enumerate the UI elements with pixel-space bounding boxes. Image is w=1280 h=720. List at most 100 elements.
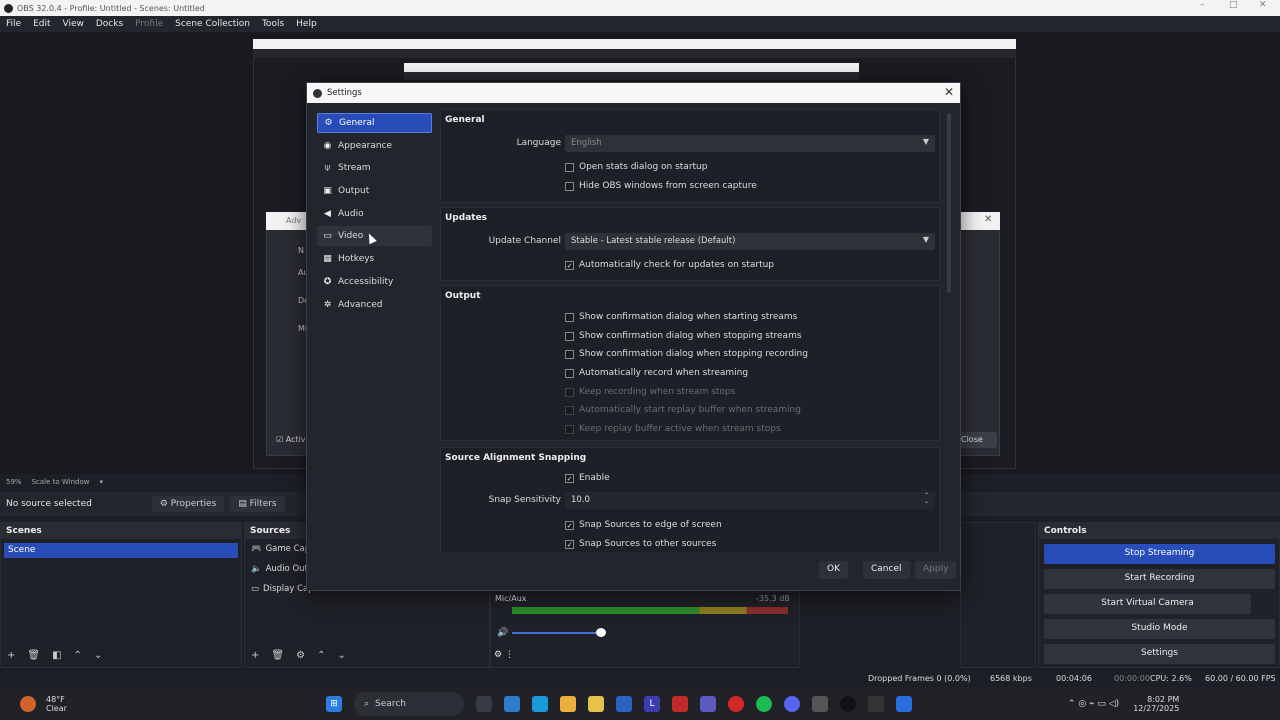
settings-content[interactable]: General Language English ▼ Open stats dia…: [440, 109, 942, 552]
apply-button[interactable]: Apply: [915, 561, 957, 579]
nav-general[interactable]: ⚙ General: [317, 113, 432, 133]
menu-docks[interactable]: Docks: [96, 19, 123, 29]
folder-icon[interactable]: [588, 695, 604, 712]
antenna-icon: ⍦: [324, 163, 331, 174]
app-icon[interactable]: [812, 695, 828, 712]
stop-streaming-button[interactable]: Stop Streaming: [1044, 544, 1275, 564]
option-label: Keep recording when stream stops: [579, 387, 736, 397]
nav-hotkeys[interactable]: ▦ Hotkeys: [317, 249, 432, 269]
maximize-button[interactable]: □: [1229, 0, 1238, 10]
auto-record-checkbox[interactable]: Automatically record when streaming: [565, 368, 748, 378]
close-icon[interactable]: ✕: [944, 85, 954, 99]
auto-replay-buffer-checkbox: Automatically start replay buffer when s…: [565, 405, 801, 415]
scene-item[interactable]: Scene: [4, 543, 238, 558]
add-icon[interactable]: +: [251, 650, 259, 661]
weather-widget[interactable]: 48°F Clear: [0, 695, 320, 713]
sources-toolbar: + 🗑 ⚙ ⌃ ⌄: [251, 650, 346, 661]
menu-view[interactable]: View: [63, 19, 84, 29]
app-icon[interactable]: [868, 695, 884, 712]
teams-icon[interactable]: [700, 695, 716, 712]
menu-help[interactable]: Help: [296, 19, 317, 29]
volume-slider-handle[interactable]: [596, 628, 606, 637]
properties-button[interactable]: ⚙ Properties: [151, 496, 225, 512]
adv-close-button[interactable]: Close: [957, 432, 997, 448]
trash-icon[interactable]: 🗑: [27, 650, 40, 661]
app-icon[interactable]: [504, 695, 520, 712]
filters-button[interactable]: ▤ Filters: [230, 496, 285, 512]
down-icon[interactable]: ⌄: [94, 650, 102, 661]
nav-accessibility[interactable]: ✪ Accessibility: [317, 272, 432, 292]
gear-icon[interactable]: ⚙: [296, 650, 305, 661]
app-icon[interactable]: L: [644, 695, 660, 712]
add-icon[interactable]: +: [7, 650, 15, 661]
menubar: File Edit View Docks Profile Scene Colle…: [0, 16, 1280, 32]
menu-scene-collection[interactable]: Scene Collection: [175, 19, 250, 29]
nav-stream[interactable]: ⍦ Stream: [317, 158, 432, 178]
clock-time[interactable]: 8:02 PM: [1147, 695, 1179, 704]
nav-audio[interactable]: ◀ Audio: [317, 204, 432, 224]
down-icon[interactable]: ⌄: [337, 650, 345, 661]
menu-file[interactable]: File: [6, 19, 21, 29]
app-icon[interactable]: [896, 695, 912, 712]
zoom-level[interactable]: 59%: [6, 478, 22, 486]
chevron-down-icon[interactable]: ▾: [99, 478, 103, 486]
scenes-dock: Scenes Scene + 🗑 ◧ ⌃ ⌄: [0, 522, 242, 668]
close-window-button[interactable]: ✕: [1259, 0, 1267, 10]
spotify-icon[interactable]: [756, 695, 772, 712]
search-label: Search: [375, 698, 406, 709]
nav-appearance[interactable]: ◉ Appearance: [317, 136, 432, 156]
menu-edit[interactable]: Edit: [33, 19, 50, 29]
mixer-db: -35.3 dB: [756, 594, 790, 603]
close-icon[interactable]: ✕: [984, 214, 992, 225]
taskbar-search[interactable]: ⌕ Search: [354, 691, 464, 716]
confirm-stop-stream-checkbox[interactable]: Show confirmation dialog when stopping s…: [565, 331, 802, 341]
snap-other-checkbox[interactable]: ✓ Snap Sources to other sources: [565, 539, 716, 549]
trash-icon[interactable]: 🗑: [271, 650, 284, 661]
task-view-icon[interactable]: [476, 695, 492, 712]
ok-button[interactable]: OK: [819, 561, 848, 579]
spin-arrows-icon[interactable]: ⌃ ⌄: [924, 493, 929, 505]
obs-icon[interactable]: [840, 695, 856, 712]
confirm-stop-recording-checkbox[interactable]: Show confirmation dialog when stopping r…: [565, 349, 808, 359]
auto-check-checkbox[interactable]: ✓ Automatically check for updates on star…: [565, 260, 774, 270]
no-source-label: No source selected: [6, 499, 92, 509]
start-virtual-camera-button[interactable]: Start Virtual Camera: [1044, 594, 1251, 614]
filter-icon[interactable]: ◧: [52, 650, 61, 661]
adv-active-label: Activ: [285, 435, 306, 444]
confirm-start-stream-checkbox[interactable]: Show confirmation dialog when starting s…: [565, 312, 797, 322]
up-icon[interactable]: ⌃: [74, 650, 82, 661]
shield-icon[interactable]: [672, 695, 688, 712]
volume-slider[interactable]: [512, 632, 602, 634]
up-icon[interactable]: ⌃: [317, 650, 325, 661]
mixer-settings-icon[interactable]: ⚙ ⋮: [494, 650, 514, 660]
speaker-icon[interactable]: 🔊: [497, 628, 508, 638]
adv-active-checkbox[interactable]: ☑ Activ: [276, 435, 306, 444]
nav-output[interactable]: ▣ Output: [317, 181, 432, 201]
open-stats-checkbox[interactable]: Open stats dialog on startup: [565, 162, 707, 172]
settings-button[interactable]: Settings: [1044, 644, 1275, 664]
store-icon[interactable]: [616, 695, 632, 712]
snap-enable-checkbox[interactable]: ✓ Enable: [565, 473, 610, 483]
cancel-button[interactable]: Cancel: [863, 561, 910, 579]
start-recording-button[interactable]: Start Recording: [1044, 569, 1275, 589]
edge-icon[interactable]: [532, 695, 548, 712]
hide-windows-checkbox[interactable]: Hide OBS windows from screen capture: [565, 181, 757, 191]
nav-advanced[interactable]: ✲ Advanced: [317, 295, 432, 315]
windows-start-icon[interactable]: ⊞: [326, 695, 342, 712]
weather-icon: [20, 695, 36, 712]
menu-profile[interactable]: Profile: [135, 19, 163, 29]
opera-icon[interactable]: [728, 695, 744, 712]
menu-tools[interactable]: Tools: [262, 19, 284, 29]
snap-edge-checkbox[interactable]: ✓ Snap Sources to edge of screen: [565, 520, 722, 530]
discord-icon[interactable]: [784, 695, 800, 712]
update-channel-select[interactable]: Stable - Latest stable release (Default)…: [565, 233, 935, 250]
clock-date[interactable]: 12/27/2025: [1133, 704, 1179, 713]
settings-scrollbar[interactable]: [947, 113, 951, 293]
scale-to-window[interactable]: Scale to Window: [32, 478, 90, 486]
app-icon[interactable]: [560, 695, 576, 712]
language-select[interactable]: English ▼: [565, 135, 935, 152]
system-tray-icons[interactable]: ⌃ ◎ ⌁ ▭ ◁): [1068, 699, 1119, 709]
studio-mode-button[interactable]: Studio Mode: [1044, 619, 1275, 639]
minimize-button[interactable]: –: [1200, 0, 1205, 10]
snap-sensitivity-spinbox[interactable]: 10.0 ⌃ ⌄: [565, 492, 935, 509]
